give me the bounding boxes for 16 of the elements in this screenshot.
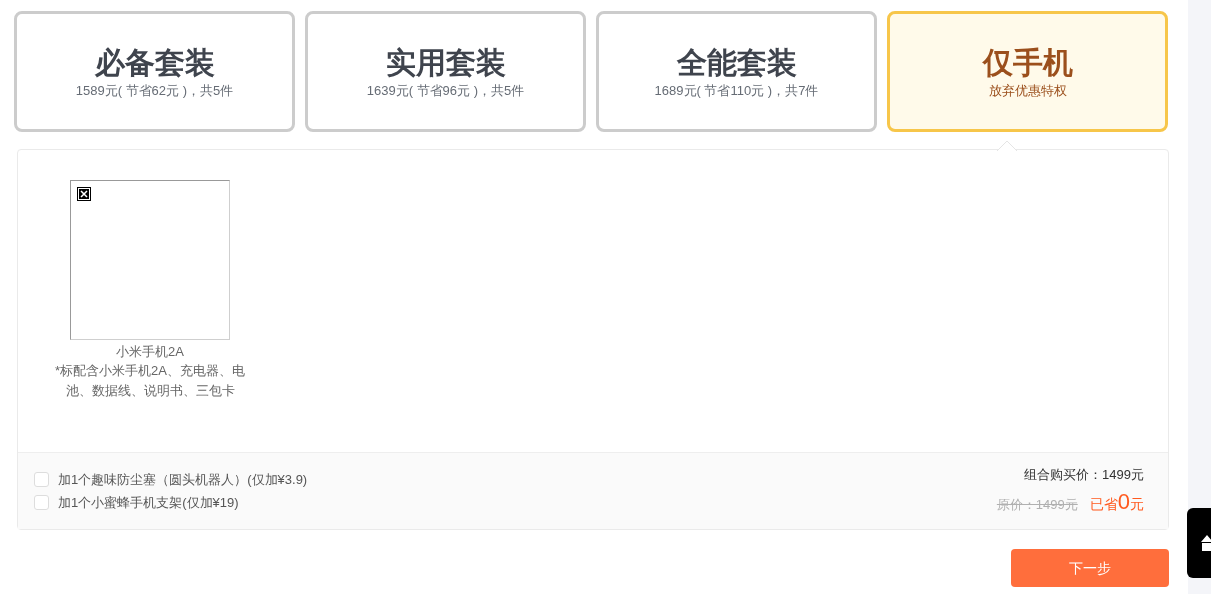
original-price: 原价：1499元 [996, 495, 1078, 514]
floating-widget[interactable] [1187, 508, 1211, 578]
product-name: 小米手机2A [116, 343, 184, 361]
product-note: *标配含小米手机2A、充电器、电池、数据线、说明书、三包卡 [54, 362, 246, 400]
package-tab[interactable]: 必备套装 1589元( 节省62元 )，共5件 [14, 11, 295, 132]
package-tab[interactable]: 全能套装 1689元( 节省110元 )，共7件 [596, 11, 877, 132]
addon-checkbox[interactable] [34, 494, 49, 510]
addon-label: 加1个小蜜蜂手机支架(仅加¥19) [58, 493, 239, 512]
package-tab[interactable]: 实用套装 1639元( 节省96元 )，共5件 [305, 11, 586, 132]
saved-amount: 已省0元 [1089, 487, 1144, 516]
combo-price: 组合购买价：1499元 [1024, 465, 1144, 484]
package-tab[interactable]: 仅手机 放弃优惠特权 [887, 11, 1168, 132]
addon-label: 加1个趣味防尘塞（圆头机器人）(仅加¥3.9) [58, 471, 308, 489]
broken-image-icon [77, 187, 91, 201]
addon-checkbox[interactable] [34, 472, 49, 488]
home-icon [1201, 535, 1211, 551]
